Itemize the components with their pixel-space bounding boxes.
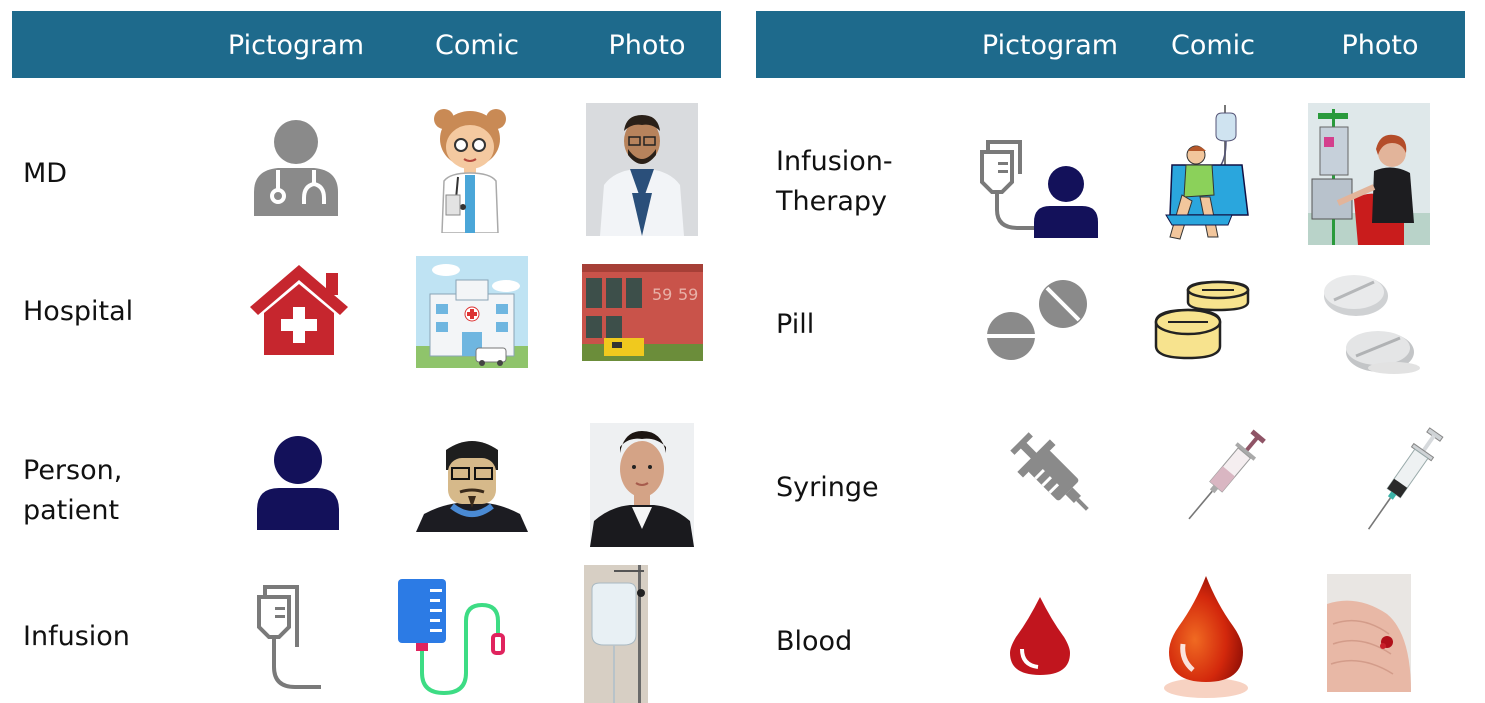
row-label-md: MD [23, 158, 68, 189]
left-header-comic: Comic [434, 30, 520, 61]
right-header-pictogram: Pictogram [981, 30, 1119, 61]
infusion-therapy-pictogram-icon [978, 138, 1100, 238]
syringe-photo-image [1358, 420, 1448, 540]
pill-comic-icon [1152, 278, 1252, 360]
row-label-infusion-therapy: Infusion-Therapy [776, 146, 893, 217]
infusion-therapy-photo-image [1308, 103, 1430, 245]
row-label-person-patient: Person, patient [23, 455, 123, 526]
blood-photo-image [1327, 574, 1411, 692]
person-photo-image [590, 423, 694, 547]
blood-comic-icon [1155, 574, 1257, 700]
row-label-blood: Blood [776, 626, 853, 657]
infusion-therapy-comic-icon [1152, 105, 1258, 245]
right-header-photo: Photo [1341, 30, 1419, 61]
right-header-comic: Comic [1170, 30, 1256, 61]
left-header-pictogram: Pictogram [227, 30, 365, 61]
syringe-pictogram-icon [1003, 426, 1101, 522]
left-table-header: Pictogram Comic Photo [12, 11, 721, 78]
blood-pictogram-icon [1008, 595, 1072, 677]
syringe-comic-icon [1175, 420, 1275, 532]
hospital-photo-image: 59 59 [582, 264, 703, 361]
infusion-pictogram-icon [255, 583, 323, 691]
row-label-syringe: Syringe [776, 472, 879, 503]
pill-photo-image [1320, 272, 1420, 378]
svg-text:59: 59 [652, 285, 672, 304]
hospital-comic-icon [416, 256, 528, 368]
infusion-comic-icon [396, 577, 520, 697]
svg-text:59: 59 [678, 285, 698, 304]
row-label-pill: Pill [776, 309, 815, 340]
row-label-infusion: Infusion [23, 621, 130, 652]
right-table-header: Pictogram Comic Photo [756, 11, 1465, 78]
doctor-comic-icon [430, 103, 510, 233]
doctor-pictogram-icon [250, 118, 342, 216]
pill-pictogram-icon [985, 278, 1089, 362]
left-header-photo: Photo [608, 30, 686, 61]
infusion-photo-image [584, 565, 648, 703]
row-label-hospital: Hospital [23, 296, 134, 327]
person-comic-icon [416, 436, 528, 532]
doctor-photo-image [586, 103, 698, 236]
person-pictogram-icon [255, 436, 341, 530]
hospital-pictogram-icon [248, 263, 350, 355]
